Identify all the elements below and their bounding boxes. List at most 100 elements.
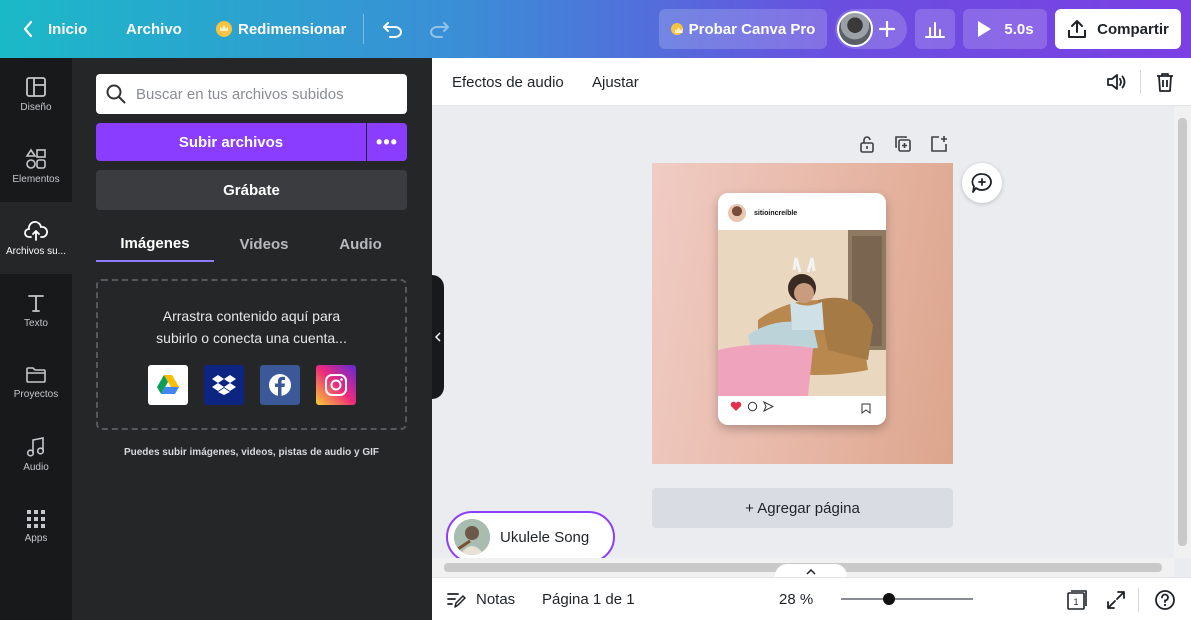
undo-button[interactable] xyxy=(382,0,404,58)
heart-icon xyxy=(730,401,742,411)
record-label: Grábate xyxy=(223,181,280,199)
audio-track-chip[interactable]: Ukulele Song xyxy=(446,511,615,563)
dropbox-button[interactable] xyxy=(204,365,244,405)
audio-effects-label: Efectos de audio xyxy=(452,73,564,91)
rail-label: Elementos xyxy=(12,173,60,185)
rail-item-projects[interactable]: Proyectos xyxy=(0,346,72,418)
notes-icon xyxy=(447,592,466,608)
play-icon xyxy=(978,21,992,37)
add-page-label: + Agregar página xyxy=(745,499,860,517)
more-options-button[interactable]: ••• xyxy=(367,123,407,161)
shapes-icon xyxy=(25,148,46,169)
delete-button[interactable] xyxy=(1156,58,1174,106)
scroll-thumb[interactable] xyxy=(1178,118,1187,546)
upload-hint: Puedes subir imágenes, videos, pistas de… xyxy=(123,447,380,458)
record-yourself-button[interactable]: Grábate xyxy=(96,170,407,210)
help-button[interactable] xyxy=(1154,578,1176,620)
rail-item-text[interactable]: Texto xyxy=(0,274,72,346)
rail-item-elements[interactable]: Elementos xyxy=(0,130,72,202)
footer-bar: Notas Página 1 de 1 28 % 1 xyxy=(432,577,1191,620)
lock-icon xyxy=(860,136,874,153)
volume-button[interactable] xyxy=(1106,58,1128,106)
uploads-panel: Subir archivos ••• Grábate Imágenes Vide… xyxy=(72,58,432,620)
google-drive-button[interactable] xyxy=(148,365,188,405)
notes-button[interactable]: Notas xyxy=(446,578,515,620)
rail-label: Diseño xyxy=(20,101,52,113)
fullscreen-button[interactable] xyxy=(1106,578,1126,620)
rail-item-design[interactable]: Diseño xyxy=(0,58,72,130)
add-comment-button[interactable] xyxy=(962,163,1002,203)
add-page-icon xyxy=(931,136,947,152)
music-note-icon xyxy=(26,436,45,457)
tab-label: Audio xyxy=(339,235,382,253)
instagram-button[interactable] xyxy=(316,365,356,405)
crown-icon xyxy=(670,23,683,35)
file-menu-button[interactable]: Archivo xyxy=(126,0,182,58)
resize-button[interactable]: Redimensionar xyxy=(216,0,346,58)
audio-effects-button[interactable]: Efectos de audio xyxy=(452,58,564,106)
crown-icon xyxy=(216,21,232,37)
google-drive-icon xyxy=(157,375,179,394)
rail-item-uploads[interactable]: Archivos su... xyxy=(0,202,72,274)
fullscreen-icon xyxy=(1107,590,1125,609)
share-button[interactable]: Compartir xyxy=(1055,9,1181,49)
try-pro-label: Probar Canva Pro xyxy=(688,20,816,38)
rail-label: Apps xyxy=(24,532,48,544)
collapse-panel-button[interactable] xyxy=(432,275,444,399)
duration-label: 5.0s xyxy=(1004,20,1034,38)
try-pro-button[interactable]: Probar Canva Pro xyxy=(659,9,827,49)
redo-button[interactable] xyxy=(428,0,450,58)
left-rail: Diseño Elementos Archivos su... Texto Pr… xyxy=(0,58,72,620)
lock-page-button[interactable] xyxy=(857,134,877,154)
duplicate-page-button[interactable] xyxy=(893,134,913,154)
tab-videos[interactable]: Videos xyxy=(214,226,314,262)
facebook-button[interactable] xyxy=(260,365,300,405)
insights-button[interactable] xyxy=(915,9,955,49)
tab-label: Videos xyxy=(239,235,289,253)
home-button[interactable]: Inicio xyxy=(22,0,87,58)
divider xyxy=(1140,70,1141,94)
home-label: Inicio xyxy=(48,20,88,38)
search-input[interactable] xyxy=(136,85,396,103)
search-icon xyxy=(106,84,126,104)
adjust-button[interactable]: Ajustar xyxy=(592,58,639,106)
add-page-icon-button[interactable] xyxy=(929,134,949,154)
instagram-post-mockup[interactable]: sitioincreíble xyxy=(718,193,886,425)
adjust-label: Ajustar xyxy=(592,73,639,91)
text-icon xyxy=(28,294,44,312)
design-page[interactable]: sitioincreíble xyxy=(652,163,953,464)
search-box[interactable] xyxy=(96,74,407,114)
duplicate-icon xyxy=(895,136,911,152)
drop-zone[interactable]: Arrastra contenido aquí para subirlo o c… xyxy=(96,279,407,430)
collaborators-button[interactable] xyxy=(835,9,907,49)
upload-files-button[interactable]: Subir archivos xyxy=(96,123,366,161)
zoom-slider[interactable] xyxy=(841,598,973,600)
rail-item-apps[interactable]: Apps xyxy=(0,490,72,562)
add-page-button[interactable]: + Agregar página xyxy=(652,488,953,528)
post-username: sitioincreíble xyxy=(754,209,798,217)
page-grid-button[interactable]: 1 xyxy=(1066,578,1088,620)
zoom-percentage[interactable]: 28 % xyxy=(779,578,813,620)
tab-images[interactable]: Imágenes xyxy=(96,226,214,262)
zoom-slider-handle[interactable] xyxy=(882,593,895,605)
dropbox-icon xyxy=(212,375,236,395)
rail-item-audio[interactable]: Audio xyxy=(0,418,72,490)
comment-add-icon xyxy=(971,173,992,193)
post-header: sitioincreíble xyxy=(728,203,797,223)
drop-zone-line: subirlo o conecta una cuenta... xyxy=(156,330,347,346)
bookmark-icon xyxy=(861,403,871,414)
undo-icon xyxy=(383,22,402,38)
vertical-scrollbar[interactable] xyxy=(1174,106,1191,558)
trash-icon xyxy=(1157,73,1173,92)
comment-icon xyxy=(747,401,758,412)
bar-chart-icon xyxy=(925,22,945,38)
divider xyxy=(363,14,364,44)
tab-audio[interactable]: Audio xyxy=(314,226,407,262)
play-button[interactable]: 5.0s xyxy=(963,9,1047,49)
facebook-icon xyxy=(269,374,291,396)
top-bar: Inicio Archivo Redimensionar Probar Canv… xyxy=(0,0,1191,58)
zoom-label: 28 % xyxy=(779,591,814,608)
plus-icon xyxy=(879,21,895,37)
resize-label: Redimensionar xyxy=(238,20,347,38)
divider xyxy=(1138,588,1139,612)
